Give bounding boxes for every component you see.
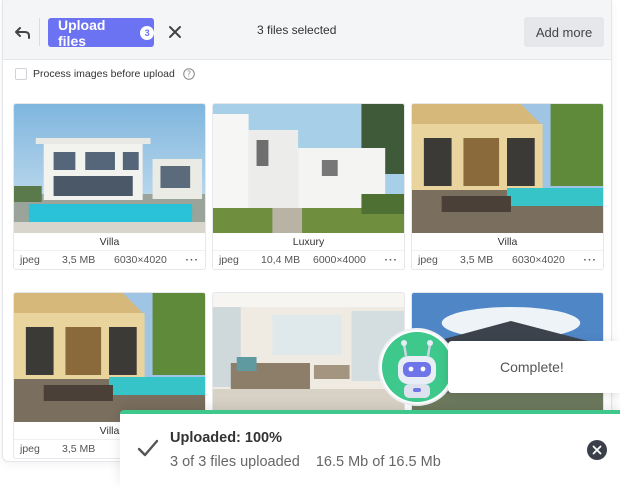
complete-toast: Complete!: [448, 341, 620, 393]
file-meta: jpeg 3,5 MB 6030×4020 ···: [14, 251, 205, 269]
upload-status-title: Uploaded: 100%: [170, 430, 282, 446]
close-status-icon[interactable]: [586, 439, 608, 461]
checkmark-icon: [137, 439, 159, 457]
file-size: 3,5 MB: [460, 254, 494, 266]
file-thumbnail: [213, 104, 404, 233]
file-title: Villa: [14, 233, 205, 251]
process-images-option: Process images before upload ?: [15, 68, 195, 80]
file-card[interactable]: [212, 292, 405, 423]
add-more-button[interactable]: Add more: [524, 17, 604, 47]
upload-status-detail: 3 of 3 files uploaded 16.5 Mb of 16.5 Mb: [170, 454, 441, 470]
file-card[interactable]: Villa jpeg 3,5 MB 6030×4020 ···: [411, 103, 604, 270]
file-meta: jpeg 3,5 MB 6030×4020 ···: [412, 251, 603, 269]
file-thumbnail: [213, 293, 404, 422]
undo-icon[interactable]: [13, 22, 33, 42]
file-thumbnail: [412, 104, 603, 233]
file-extension: jpeg: [20, 254, 40, 266]
file-size: 10,4 MB: [261, 254, 301, 266]
selected-count: 3 files selected: [257, 23, 337, 37]
file-meta: jpeg 10,4 MB 6000×4000 ···: [213, 251, 404, 269]
upload-count-badge: 3: [140, 25, 154, 40]
more-options-icon[interactable]: ···: [583, 254, 597, 266]
file-thumbnail: [14, 104, 205, 233]
svg-text:?: ?: [187, 70, 191, 79]
file-dimensions: 6030×4020: [114, 254, 167, 266]
upload-status-bar: Uploaded: 100% 3 of 3 files uploaded 16.…: [120, 410, 620, 486]
upload-files-label: Upload files: [58, 16, 106, 49]
files-uploaded-count: 3 of 3 files uploaded: [170, 454, 300, 470]
close-icon[interactable]: [167, 24, 183, 40]
top-bar: Upload files 3 3 files selected Add more: [3, 0, 611, 60]
file-dimensions: 6000×4000: [313, 254, 366, 266]
file-title: Villa: [412, 233, 603, 251]
toolbar-divider: [39, 18, 40, 46]
more-options-icon[interactable]: ···: [185, 254, 199, 266]
process-images-label: Process images before upload: [33, 68, 175, 80]
file-title: Luxury: [213, 233, 404, 251]
complete-text: Complete!: [500, 359, 564, 375]
file-card[interactable]: Villa jpeg 3,5 MB 6030×4020 ···: [13, 103, 206, 270]
bytes-uploaded: 16.5 Mb of 16.5 Mb: [315, 454, 441, 470]
file-extension: jpeg: [418, 254, 438, 266]
help-icon[interactable]: ?: [183, 68, 195, 80]
process-images-checkbox[interactable]: [15, 68, 27, 80]
file-thumbnail: [14, 293, 205, 422]
file-card[interactable]: Luxury jpeg 10,4 MB 6000×4000 ···: [212, 103, 405, 270]
file-extension: jpeg: [20, 443, 40, 455]
file-extension: jpeg: [219, 254, 239, 266]
robot-mascot-icon: [378, 328, 456, 406]
file-size: 3,5 MB: [62, 254, 96, 266]
file-size: 3,5 MB: [62, 443, 96, 455]
file-dimensions: 6030×4020: [512, 254, 565, 266]
more-options-icon[interactable]: ···: [384, 254, 398, 266]
upload-files-button[interactable]: Upload files 3: [48, 16, 154, 49]
